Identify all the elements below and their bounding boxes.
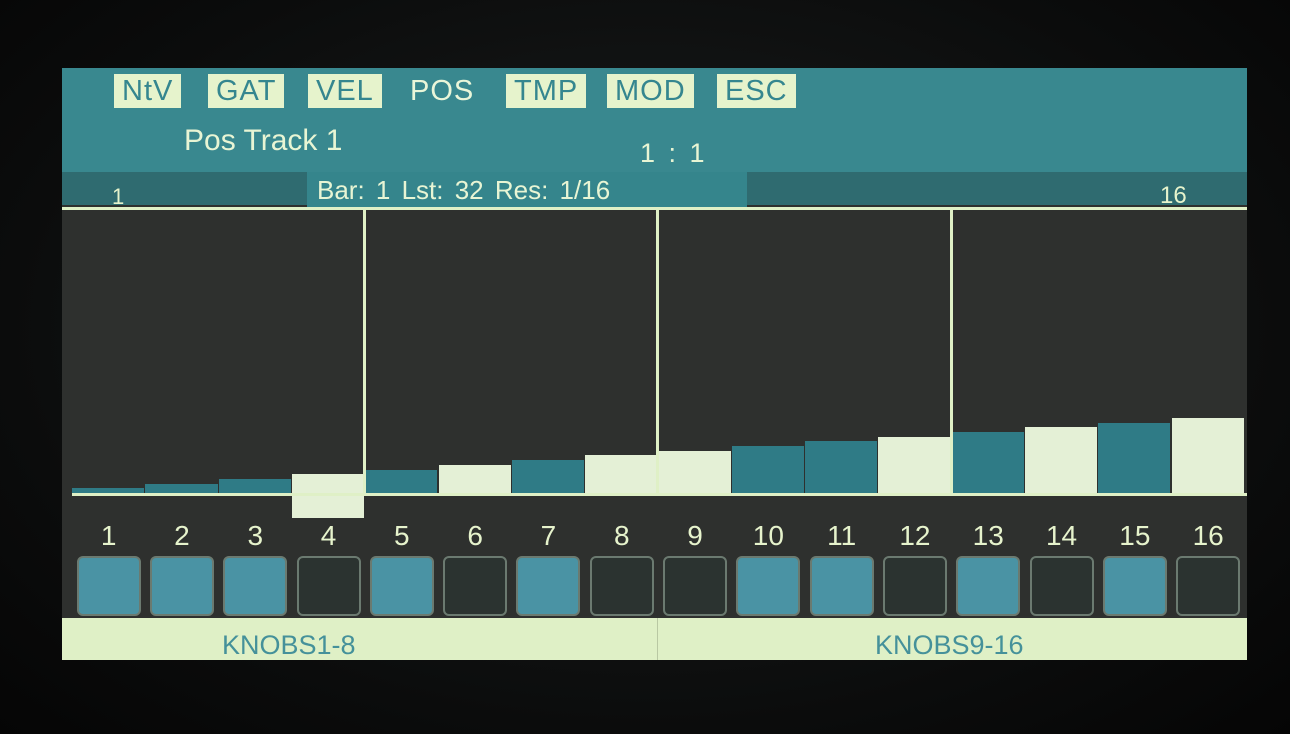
step-number-14: 14 — [1045, 520, 1078, 551]
step-bar-6 — [438, 464, 511, 493]
step-bar-12 — [878, 436, 951, 493]
step-pad-14[interactable] — [1029, 556, 1094, 616]
step-number-6: 6 — [467, 520, 483, 551]
step-pad-5[interactable] — [369, 556, 434, 616]
step-bar-15 — [1098, 422, 1171, 493]
step-pad-1[interactable] — [76, 556, 141, 616]
tab-esc[interactable]: ESC — [717, 74, 796, 108]
lcd-screen: NtV GAT VEL POS TMP MOD ESC Pos Track 1 … — [62, 68, 1247, 660]
step-number-5: 5 — [394, 520, 410, 551]
step-number-13: 13 — [972, 520, 1004, 551]
step-bar-9 — [658, 450, 731, 493]
step-pad-13[interactable] — [956, 556, 1021, 616]
beat-divider-2 — [656, 210, 660, 493]
step-number-15: 15 — [1119, 520, 1151, 551]
step-pad-10[interactable] — [736, 556, 801, 616]
grid-baseline — [72, 493, 1247, 496]
step-pad-12[interactable] — [882, 556, 947, 616]
step-number-8: 8 — [613, 520, 630, 551]
step-number-7: 7 — [540, 520, 557, 551]
tab-ntv[interactable]: NtV — [114, 74, 182, 108]
step-pad-11[interactable] — [809, 556, 874, 616]
step-pad-16[interactable] — [1176, 556, 1241, 616]
step-bar-7 — [511, 460, 585, 493]
step-bar-3 — [218, 478, 291, 493]
tab-pos[interactable]: POS — [402, 74, 482, 108]
step-bar-16 — [1171, 417, 1244, 493]
step-bar-4 — [291, 474, 365, 493]
track-title: Pos Track 1 — [184, 124, 343, 157]
beat-divider-3 — [949, 210, 953, 493]
step-bar-8 — [585, 455, 658, 493]
knob-strip-divider — [657, 618, 658, 660]
step-bar-13 — [951, 431, 1024, 493]
tab-mod[interactable]: MOD — [607, 74, 694, 108]
step-number-4: 4 — [320, 520, 337, 551]
step-number-1: 1 — [100, 520, 117, 551]
grid-top-line — [62, 207, 1247, 210]
knobs-9-16-label: KNOBS9-16 — [875, 630, 1024, 660]
step-number-9: 9 — [687, 520, 703, 551]
range-end: 16 — [1160, 182, 1187, 209]
tab-tmp[interactable]: TMP — [506, 74, 587, 108]
step-pad-9[interactable] — [663, 556, 728, 616]
tab-vel[interactable]: VEL — [308, 74, 382, 108]
step-bar-2 — [145, 483, 218, 493]
step-cursor-4 — [291, 496, 365, 518]
step-pad-2[interactable] — [149, 556, 214, 616]
step-bar-5 — [365, 469, 438, 493]
step-number-11: 11 — [827, 520, 857, 551]
beat-divider-1 — [363, 210, 367, 493]
step-bar-14 — [1024, 427, 1098, 493]
step-number-2: 2 — [174, 520, 190, 551]
step-bar-11 — [805, 441, 878, 493]
step-pad-3[interactable] — [223, 556, 288, 616]
step-pad-6[interactable] — [443, 556, 508, 616]
bar-info: Bar: 1 Lst: 32 Res: 1/16 — [307, 172, 747, 208]
tab-gat[interactable]: GAT — [208, 74, 285, 108]
step-number-10: 10 — [752, 520, 784, 551]
step-pad-4[interactable] — [296, 556, 361, 616]
step-number-16: 16 — [1192, 520, 1224, 551]
step-number-12: 12 — [899, 520, 931, 551]
step-bar-10 — [731, 446, 804, 493]
step-pad-15[interactable] — [1102, 556, 1167, 616]
step-pad-7[interactable] — [516, 556, 581, 616]
step-number-3: 3 — [247, 520, 264, 551]
step-pad-8[interactable] — [589, 556, 654, 616]
position-readout: 1 : 1 — [640, 138, 708, 168]
knobs-1-8-label: KNOBS1-8 — [222, 630, 356, 660]
